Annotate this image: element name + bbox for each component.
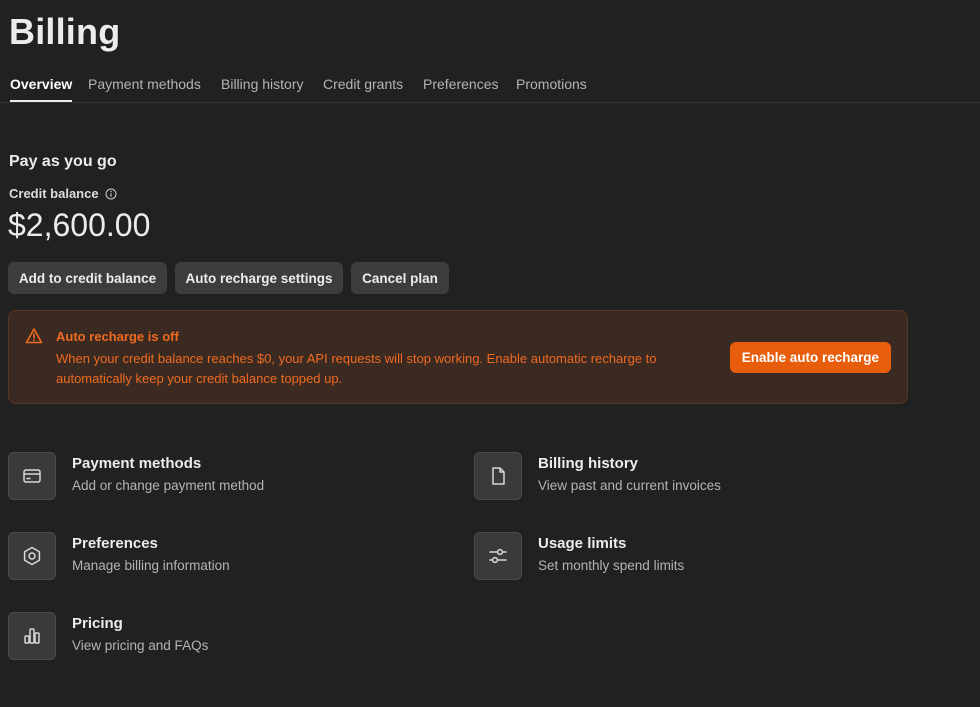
add-credit-button[interactable]: Add to credit balance	[8, 262, 167, 294]
tab-bar: Overview Payment methods Billing history…	[0, 68, 980, 103]
bar-chart-icon	[24, 628, 40, 644]
card-subtitle: View pricing and FAQs	[72, 638, 209, 653]
card-usage-limits[interactable]: Usage limits Set monthly spend limits	[474, 532, 894, 580]
card-icon-box	[474, 532, 522, 580]
tab-credit-grants[interactable]: Credit grants	[323, 76, 403, 92]
tab-promotions[interactable]: Promotions	[516, 76, 587, 92]
billing-page: Billing Overview Payment methods Billing…	[0, 0, 980, 707]
card-pricing[interactable]: Pricing View pricing and FAQs	[8, 612, 428, 660]
card-icon-box	[474, 452, 522, 500]
credit-balance-label-text: Credit balance	[9, 186, 99, 201]
tab-preferences[interactable]: Preferences	[423, 76, 498, 92]
gear-icon	[23, 546, 41, 566]
auto-recharge-settings-button[interactable]: Auto recharge settings	[175, 262, 343, 294]
tab-overview[interactable]: Overview	[10, 76, 73, 102]
card-title: Billing history	[538, 455, 639, 472]
card-icon-box	[8, 532, 56, 580]
card-subtitle: View past and current invoices	[538, 478, 721, 493]
card-preferences[interactable]: Preferences Manage billing information	[8, 532, 428, 580]
card-title: Pricing	[72, 615, 123, 632]
warning-icon	[25, 328, 43, 344]
tab-payment-methods[interactable]: Payment methods	[88, 76, 201, 92]
sliders-icon	[489, 548, 507, 564]
card-title: Preferences	[72, 535, 158, 552]
cancel-plan-button[interactable]: Cancel plan	[351, 262, 449, 294]
card-icon-box	[8, 612, 56, 660]
card-icon-box	[8, 452, 56, 500]
credit-card-icon	[23, 469, 41, 483]
page-title: Billing	[9, 11, 121, 52]
card-subtitle: Add or change payment method	[72, 478, 265, 493]
plan-title: Pay as you go	[9, 153, 117, 170]
card-title: Payment methods	[72, 455, 202, 472]
card-billing-history[interactable]: Billing history View past and current in…	[474, 452, 894, 500]
card-subtitle: Set monthly spend limits	[538, 558, 685, 573]
enable-auto-recharge-button[interactable]: Enable auto recharge	[729, 342, 891, 373]
tab-billing-history[interactable]: Billing history	[221, 76, 303, 92]
alert-message: When your credit balance reaches $0, you…	[56, 351, 657, 386]
credit-balance-label: Credit balance	[9, 186, 117, 202]
card-payment-methods[interactable]: Payment methods Add or change payment me…	[8, 452, 428, 500]
document-icon	[492, 467, 505, 485]
alert-title: Auto recharge is off	[56, 329, 179, 344]
auto-recharge-alert: Auto recharge is off When your credit ba…	[8, 310, 908, 404]
credit-balance-amount: $2,600.00	[8, 207, 151, 243]
card-subtitle: Manage billing information	[72, 558, 230, 573]
card-title: Usage limits	[538, 535, 627, 552]
info-icon[interactable]	[105, 188, 117, 200]
